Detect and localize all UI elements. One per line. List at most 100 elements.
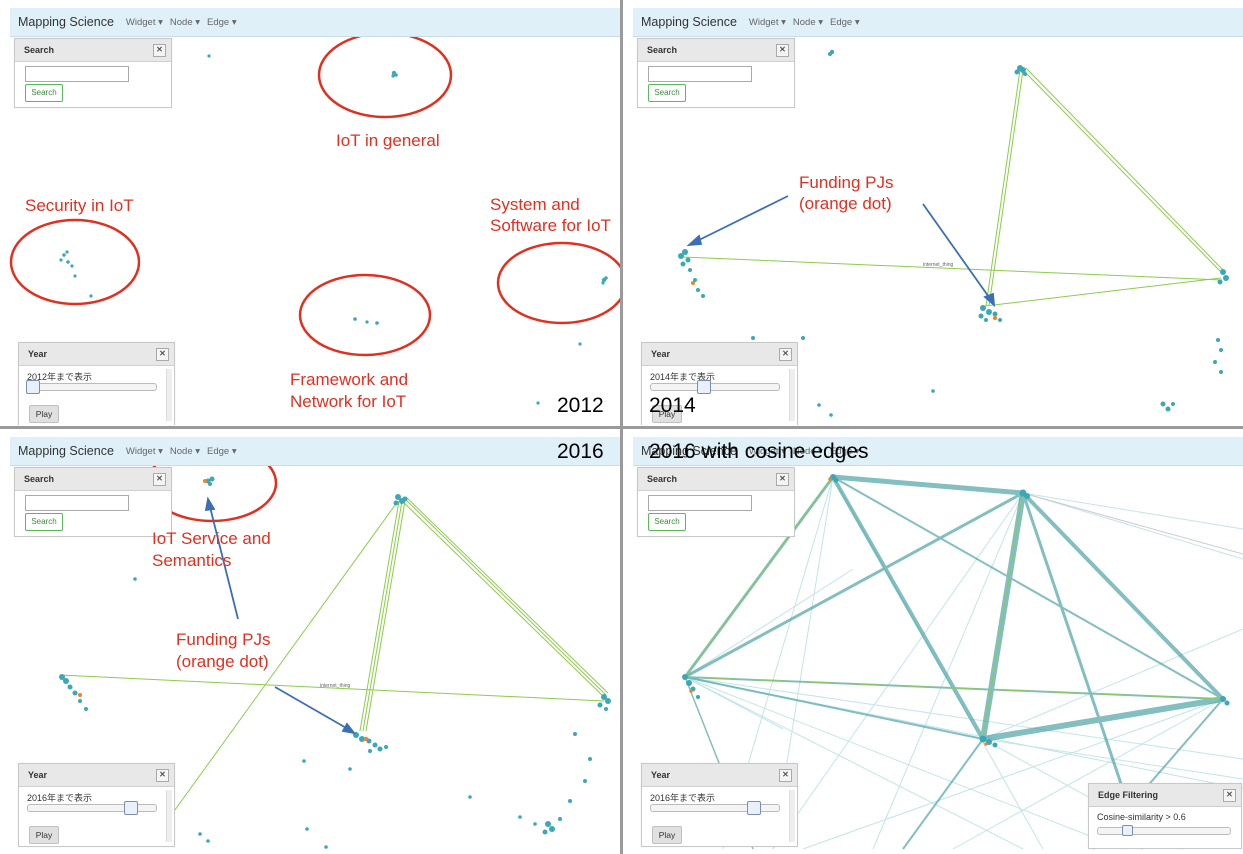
- search-widget: Search ✕ Search: [14, 38, 172, 108]
- app-brand[interactable]: Mapping Science: [18, 444, 114, 458]
- year-slider[interactable]: [26, 380, 157, 394]
- node-menu[interactable]: Node ▾: [170, 17, 200, 28]
- year-slider-handle[interactable]: [697, 380, 711, 394]
- year-slider[interactable]: [650, 801, 780, 815]
- year-label: 2016年まで表示: [27, 793, 93, 803]
- widget-menu[interactable]: Widget ▾: [126, 17, 163, 28]
- play-button[interactable]: Play: [29, 826, 59, 844]
- widget-menu[interactable]: Widget ▾: [749, 17, 786, 28]
- annotation-service-2: Semantics: [152, 551, 232, 570]
- year-widget-title: Year: [28, 770, 48, 780]
- close-icon[interactable]: ✕: [776, 44, 789, 57]
- annotation-iot-general: IoT in general: [336, 131, 440, 150]
- search-button[interactable]: Search: [25, 513, 63, 531]
- search-widget: Search ✕ Search: [14, 467, 172, 537]
- search-button[interactable]: Search: [648, 513, 686, 531]
- edge-filter-title: Edge Filtering: [1098, 790, 1159, 800]
- year-slider-handle[interactable]: [26, 380, 40, 394]
- close-icon[interactable]: ✕: [156, 769, 169, 782]
- annotation-system-2: Software for IoT: [490, 216, 611, 235]
- scrollbar[interactable]: [789, 790, 795, 842]
- navbar: Mapping Science Widget ▾ Node ▾ Edge ▾: [633, 8, 1243, 37]
- search-button[interactable]: Search: [648, 84, 686, 102]
- play-button[interactable]: Play: [29, 405, 59, 423]
- annotation-funding-2: (orange dot): [176, 652, 269, 671]
- year-slider-handle[interactable]: [124, 801, 138, 815]
- year-widget-title: Year: [651, 349, 671, 359]
- app-brand[interactable]: Mapping Science: [641, 15, 737, 29]
- app-brand[interactable]: Mapping Science: [18, 15, 114, 29]
- annotation-framework-1: Framework and: [290, 370, 409, 389]
- year-widget-header: Year ✕: [19, 343, 174, 366]
- panel-2016-cosine: Mapping Science Widget ▾ Node ▾ Edge ▾ S…: [623, 429, 1243, 854]
- edge-filter-header: Edge Filtering ✕: [1089, 784, 1241, 807]
- annotation-funding-2: (orange dot): [799, 194, 892, 213]
- search-widget: Search ✕ Search: [637, 38, 795, 108]
- annotation-service-1: IoT Service and: [152, 529, 271, 548]
- cosine-slider[interactable]: [1097, 825, 1231, 836]
- scrollbar[interactable]: [166, 369, 172, 421]
- year-widget-header: Year ✕: [642, 764, 797, 787]
- node-menu[interactable]: Node ▾: [170, 446, 200, 457]
- year-slider[interactable]: [650, 380, 780, 394]
- panel-divider-horizontal: [0, 426, 1243, 429]
- year-widget: Year ✕ 2012年まで表示 Play: [18, 342, 175, 425]
- search-input[interactable]: [25, 66, 129, 82]
- year-widget-title: Year: [28, 349, 48, 359]
- year-widget-title: Year: [651, 770, 671, 780]
- cosine-label: Cosine-similarity > 0.6: [1097, 812, 1186, 822]
- search-widget-title: Search: [24, 474, 55, 484]
- year-widget-header: Year ✕: [642, 343, 797, 366]
- search-input[interactable]: [25, 495, 129, 511]
- scrollbar[interactable]: [789, 369, 795, 421]
- year-caption: 2016 with cosine edges: [649, 440, 869, 463]
- scrollbar[interactable]: [166, 790, 172, 842]
- year-slider[interactable]: [27, 801, 157, 815]
- close-icon[interactable]: ✕: [779, 348, 792, 361]
- cosine-slider-handle[interactable]: [1122, 825, 1133, 836]
- navbar: Mapping Science Widget ▾ Node ▾ Edge ▾: [10, 437, 620, 466]
- search-widget-title: Search: [24, 45, 55, 55]
- search-input[interactable]: [648, 495, 752, 511]
- search-input[interactable]: [648, 66, 752, 82]
- search-widget-title: Search: [647, 474, 678, 484]
- year-caption: 2016: [557, 440, 604, 463]
- close-icon[interactable]: ✕: [1223, 789, 1236, 802]
- edge-menu[interactable]: Edge ▾: [207, 446, 237, 457]
- year-widget-header: Year ✕: [19, 764, 174, 787]
- close-icon[interactable]: ✕: [156, 348, 169, 361]
- search-widget-header: Search ✕: [15, 39, 171, 62]
- year-caption: 2012: [557, 394, 604, 417]
- svg-text:internet_thing: internet_thing: [923, 262, 954, 268]
- search-button[interactable]: Search: [25, 84, 63, 102]
- year-slider-handle[interactable]: [747, 801, 761, 815]
- annotation-funding-1: Funding PJs: [176, 630, 271, 649]
- widget-menu[interactable]: Widget ▾: [126, 446, 163, 457]
- panel-2012: Mapping Science Widget ▾ Node ▾ Edge ▾ S…: [0, 0, 620, 425]
- svg-text:internet_thing: internet_thing: [320, 683, 351, 689]
- close-icon[interactable]: ✕: [776, 473, 789, 486]
- search-widget-header: Search ✕: [15, 468, 171, 491]
- close-icon[interactable]: ✕: [779, 769, 792, 782]
- close-icon[interactable]: ✕: [153, 44, 166, 57]
- annotation-framework-2: Network for IoT: [290, 392, 407, 411]
- search-widget-header: Search ✕: [638, 39, 794, 62]
- annotation-security: Security in IoT: [25, 196, 134, 215]
- edge-menu[interactable]: Edge ▾: [207, 17, 237, 28]
- play-button[interactable]: Play: [652, 826, 682, 844]
- edge-menu[interactable]: Edge ▾: [830, 17, 860, 28]
- search-widget: Search ✕ Search: [637, 467, 795, 537]
- close-icon[interactable]: ✕: [153, 473, 166, 486]
- year-caption: 2014: [649, 394, 696, 417]
- year-label: 2016年まで表示: [650, 793, 716, 803]
- annotation-system-1: System and: [490, 195, 580, 214]
- search-widget-title: Search: [647, 45, 678, 55]
- year-widget: Year ✕ 2016年まで表示 Play: [641, 763, 798, 847]
- panel-2014: internet_thing Mapping Science Widget ▾: [623, 0, 1243, 425]
- edge-filter-widget: Edge Filtering ✕ Cosine-similarity > 0.6: [1088, 783, 1242, 849]
- node-menu[interactable]: Node ▾: [793, 17, 823, 28]
- search-widget-header: Search ✕: [638, 468, 794, 491]
- navbar: Mapping Science Widget ▾ Node ▾ Edge ▾: [10, 8, 620, 37]
- panel-2016: internet_thing Mapping Science Widget ▾ …: [0, 429, 620, 854]
- annotation-funding-1: Funding PJs: [799, 173, 894, 192]
